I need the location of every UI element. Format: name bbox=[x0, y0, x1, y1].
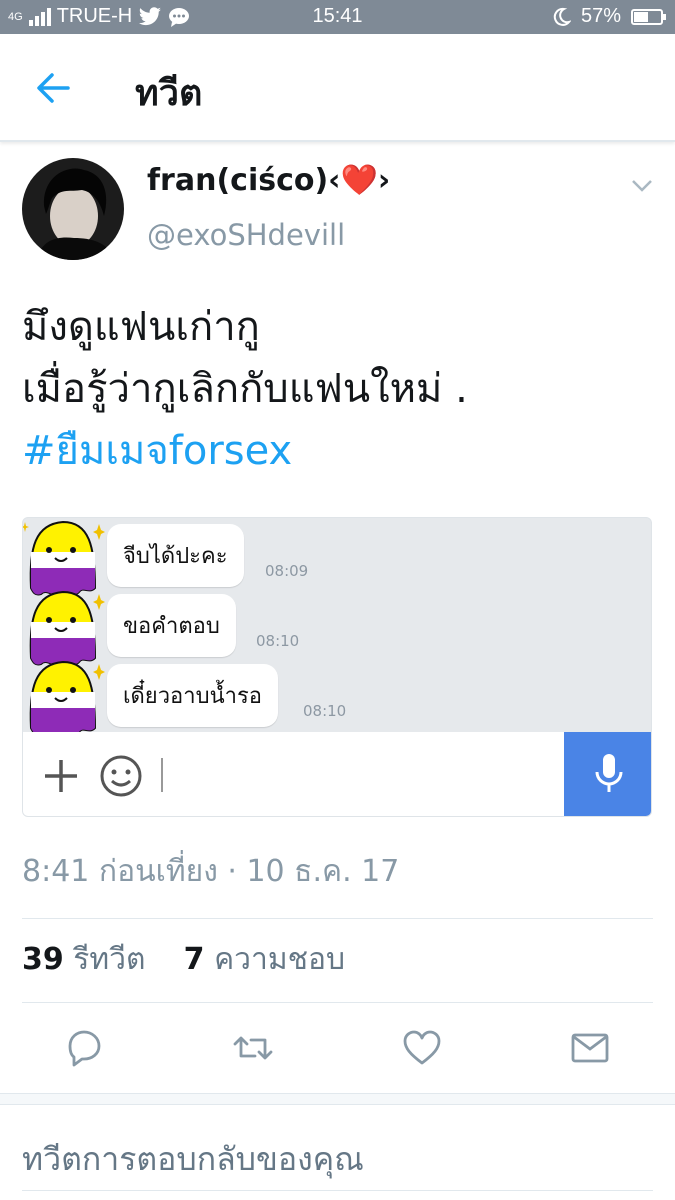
ghost-sticker-icon bbox=[23, 520, 105, 596]
chat-message: ขอคำตอบ 08:10 bbox=[23, 588, 651, 666]
avatar[interactable] bbox=[22, 158, 124, 260]
ghost-sticker-icon bbox=[29, 590, 105, 666]
chat-bubble: จีบได้ปะคะ bbox=[107, 524, 244, 587]
tweet-text: มึงดูแฟนเก่ากู เมื่อรู้ว่ากูเลิกกับแฟนให… bbox=[22, 296, 468, 482]
chat-message: เดี๋ยวอาบน้ำรอ 08:10 bbox=[23, 658, 651, 736]
ghost-sticker-icon bbox=[29, 660, 105, 736]
chat-time: 08:10 bbox=[256, 632, 300, 650]
retweet-count[interactable]: 39 bbox=[22, 942, 64, 977]
chat-bubble: เดี๋ยวอาบน้ำรอ bbox=[107, 664, 279, 727]
plus-icon bbox=[45, 760, 77, 792]
divider bbox=[22, 918, 653, 919]
section-separator bbox=[0, 1093, 675, 1105]
chat-bubble: ขอคำตอบ bbox=[107, 594, 236, 657]
user-handle[interactable]: @exoSHdevill bbox=[147, 218, 345, 252]
chat-time: 08:09 bbox=[265, 562, 309, 580]
like-count[interactable]: 7 bbox=[184, 942, 205, 977]
battery-icon bbox=[631, 8, 666, 25]
hashtag-link[interactable]: #ยืมเมจforsex bbox=[22, 420, 468, 482]
battery-fill bbox=[634, 11, 649, 22]
chevron-down-icon[interactable] bbox=[630, 178, 654, 194]
status-bar: 4G TRUE-H 15:41 57% bbox=[0, 0, 675, 34]
chat-time: 08:10 bbox=[303, 702, 347, 720]
reply-icon[interactable] bbox=[64, 1028, 104, 1068]
chat-input-bar bbox=[23, 732, 651, 816]
chat-message: จีบได้ปะคะ 08:09 bbox=[23, 518, 651, 596]
back-arrow-icon[interactable] bbox=[34, 70, 74, 106]
divider bbox=[22, 1002, 653, 1003]
heart-icon[interactable] bbox=[402, 1028, 442, 1068]
page-title: ทวีต bbox=[135, 73, 203, 114]
battery-percent: 57% bbox=[580, 5, 621, 27]
direct-message-icon[interactable] bbox=[570, 1028, 610, 1068]
reply-input[interactable]: ทวีตการตอบกลับของคุณ bbox=[22, 1134, 364, 1185]
tweet-media-image[interactable]: จีบได้ปะคะ 08:09 ขอคำตอบ 08:10 เดี๋ยวอาบ… bbox=[22, 517, 652, 817]
retweet-icon[interactable] bbox=[233, 1028, 273, 1068]
moon-icon bbox=[553, 7, 571, 26]
microphone-icon bbox=[595, 754, 623, 792]
divider bbox=[22, 1190, 653, 1191]
smiley-icon bbox=[100, 755, 142, 797]
mic-button bbox=[564, 732, 651, 816]
tweet-stats: 39 รีทวีต 7 ความชอบ bbox=[22, 936, 345, 983]
like-label[interactable]: ความชอบ bbox=[214, 942, 345, 977]
tweet-timestamp: 8:41 ก่อนเที่ยง · 10 ธ.ค. 17 bbox=[22, 854, 400, 889]
display-name[interactable]: fran(ciśco)‹❤️› bbox=[147, 163, 390, 198]
text-cursor bbox=[161, 758, 163, 792]
tweet-text-line-1: มึงดูแฟนเก่ากู bbox=[22, 304, 260, 350]
retweet-label[interactable]: รีทวีต bbox=[73, 942, 145, 977]
tweet-text-line-2: เมื่อรู้ว่ากูเลิกกับแฟนใหม่ . bbox=[22, 366, 468, 412]
app-bar: ทวีต bbox=[0, 34, 675, 142]
status-right: 57% bbox=[551, 5, 666, 28]
tweet-actions bbox=[0, 1028, 675, 1072]
